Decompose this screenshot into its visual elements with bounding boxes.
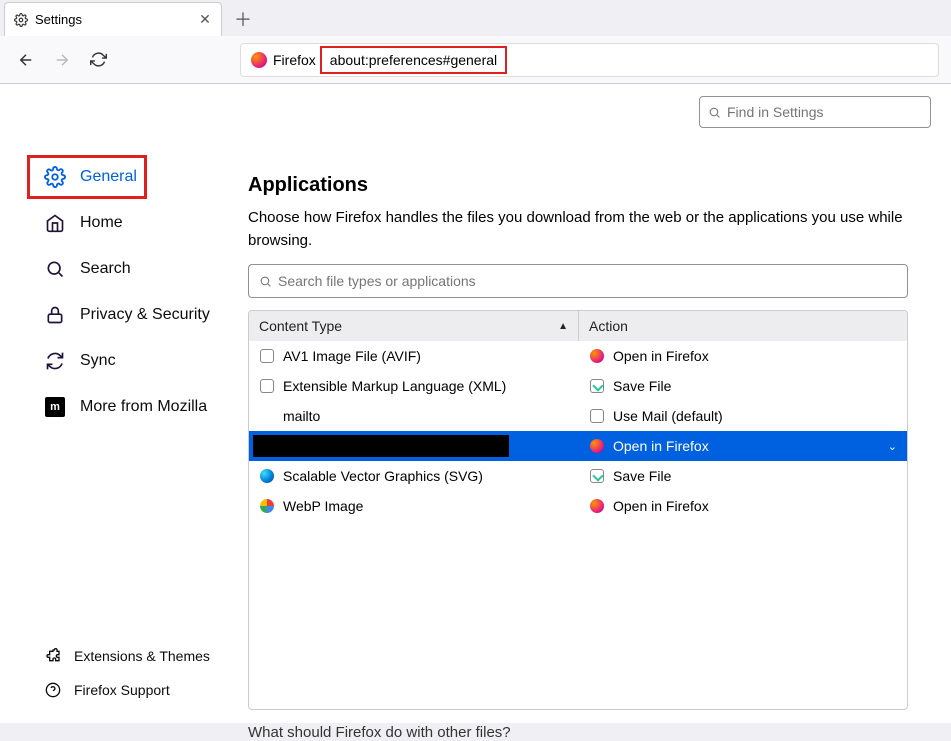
table-row[interactable]: AV1 Image File (AVIF) Open in Firefox (249, 341, 907, 371)
sidebar-item-label: Home (80, 214, 123, 232)
cell-action: Use Mail (default) (579, 408, 907, 424)
url-value: about:preferences#general (320, 46, 507, 74)
cell-content-type: Scalable Vector Graphics (SVG) (249, 468, 579, 484)
applications-table: Content Type ▲ Action AV1 Image File (AV… (248, 310, 908, 710)
action-label: Open in Firefox (613, 438, 709, 454)
settings-sidebar: General Home Search Privacy & Security (0, 84, 240, 723)
cell-content-type (253, 435, 509, 457)
save-icon (589, 468, 605, 484)
content-type-label: Extensible Markup Language (XML) (283, 378, 506, 394)
url-bar[interactable]: Firefox about:preferences#general (240, 43, 939, 77)
sidebar-support[interactable]: Firefox Support (44, 673, 240, 707)
cell-content-type: WebP Image (249, 498, 579, 514)
table-row[interactable]: mailto Use Mail (default) (249, 401, 907, 431)
find-input[interactable] (727, 104, 922, 120)
settings-page: General Home Search Privacy & Security (0, 84, 951, 723)
cell-content-type: AV1 Image File (AVIF) (249, 348, 579, 364)
sidebar-item-home[interactable]: Home (0, 200, 240, 246)
action-label: Open in Firefox (613, 348, 709, 364)
sync-icon (44, 350, 66, 372)
ff-icon (589, 498, 605, 514)
gear-icon (13, 12, 29, 28)
sidebar-footer-label: Firefox Support (74, 682, 170, 698)
content-type-label: WebP Image (283, 498, 363, 514)
mozilla-icon: m (44, 396, 66, 418)
identity-label: Firefox (273, 52, 316, 68)
action-label: Use Mail (default) (613, 408, 723, 424)
action-label: Save File (613, 378, 671, 394)
cell-action: Save File (579, 468, 907, 484)
action-label: Open in Firefox (613, 498, 709, 514)
ff-icon (589, 438, 605, 454)
sort-asc-icon: ▲ (558, 321, 568, 332)
sidebar-item-label: Search (80, 260, 131, 278)
sidebar-item-label: Sync (80, 352, 116, 370)
col-action[interactable]: Action (579, 311, 907, 341)
file-icon (259, 378, 275, 394)
sidebar-item-label: General (80, 168, 137, 186)
sidebar-extensions[interactable]: Extensions & Themes (44, 639, 240, 673)
table-row[interactable]: WebP Image Open in Firefox (249, 491, 907, 521)
home-icon (44, 212, 66, 234)
settings-content: Applications Choose how Firefox handles … (240, 84, 951, 723)
ff-icon (589, 348, 605, 364)
sidebar-item-label: Privacy & Security (80, 306, 210, 324)
tab-strip: Settings ✕ ＋ (0, 0, 951, 36)
cell-action[interactable]: Open in Firefox ⌄ (579, 438, 907, 454)
cell-content-type: Extensible Markup Language (XML) (249, 378, 579, 394)
content-type-label: AV1 Image File (AVIF) (283, 348, 421, 364)
col-content-type[interactable]: Content Type ▲ (249, 311, 579, 341)
sidebar-item-privacy[interactable]: Privacy & Security (0, 292, 240, 338)
back-button[interactable] (12, 46, 40, 74)
lock-icon (44, 304, 66, 326)
help-icon (44, 681, 62, 699)
gear-icon (44, 166, 66, 188)
action-label: Save File (613, 468, 671, 484)
cell-content-type: mailto (249, 408, 579, 424)
file-icon (259, 348, 275, 364)
reload-button[interactable] (84, 46, 112, 74)
webp-icon (259, 498, 275, 514)
table-row[interactable]: Extensible Markup Language (XML) Save Fil… (249, 371, 907, 401)
cell-action: Open in Firefox (579, 498, 907, 514)
new-tab-button[interactable]: ＋ (228, 4, 258, 34)
content-type-label: Scalable Vector Graphics (SVG) (283, 468, 483, 484)
puzzle-icon (44, 647, 62, 665)
applications-search[interactable] (248, 264, 908, 298)
other-files-question: What should Firefox do with other files? (248, 724, 931, 741)
tab-title: Settings (35, 12, 197, 27)
firefox-icon (251, 52, 267, 68)
mail-icon (589, 408, 605, 424)
find-in-settings[interactable] (699, 96, 931, 128)
sidebar-item-search[interactable]: Search (0, 246, 240, 292)
nav-toolbar: Firefox about:preferences#general (0, 36, 951, 84)
sidebar-footer-label: Extensions & Themes (74, 648, 210, 664)
chevron-down-icon: ⌄ (888, 440, 897, 453)
section-description: Choose how Firefox handles the files you… (248, 207, 908, 252)
section-heading: Applications (248, 174, 931, 197)
search-icon (708, 106, 721, 119)
sidebar-item-label: More from Mozilla (80, 398, 207, 416)
forward-button[interactable] (48, 46, 76, 74)
sidebar-item-more[interactable]: m More from Mozilla (0, 384, 240, 430)
sidebar-item-sync[interactable]: Sync (0, 338, 240, 384)
cell-action: Save File (579, 378, 907, 394)
search-icon (259, 275, 272, 288)
save-icon (589, 378, 605, 394)
edge-icon (259, 468, 275, 484)
applications-search-input[interactable] (278, 273, 897, 289)
table-header: Content Type ▲ Action (249, 311, 907, 341)
cell-action: Open in Firefox (579, 348, 907, 364)
close-tab-icon[interactable]: ✕ (197, 12, 213, 28)
table-row[interactable]: Open in Firefox ⌄ (249, 431, 907, 461)
content-type-label: mailto (283, 408, 320, 424)
search-icon (44, 258, 66, 280)
sidebar-item-general[interactable]: General (26, 154, 148, 200)
table-row[interactable]: Scalable Vector Graphics (SVG) Save File (249, 461, 907, 491)
browser-tab-settings[interactable]: Settings ✕ (4, 2, 222, 36)
